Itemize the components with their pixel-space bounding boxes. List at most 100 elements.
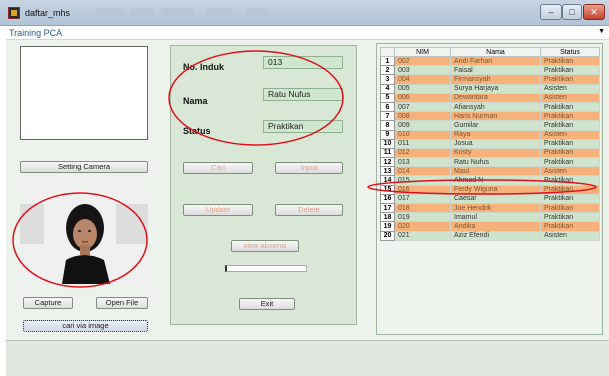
nama-cell[interactable]: Ferdy Wiguna	[450, 184, 541, 195]
table-row[interactable]: 15 016 Ferdy Wiguna Praktikan	[380, 184, 600, 195]
nim-cell[interactable]: 004	[394, 74, 451, 85]
table-row[interactable]: 16 017 Caesar Praktikan	[380, 193, 600, 205]
table-row[interactable]: 6 007 Afiansyah Praktikan	[380, 101, 600, 113]
nama-cell[interactable]: Ahmad N	[450, 175, 541, 186]
nim-cell[interactable]: 018	[394, 202, 451, 214]
status-cell[interactable]: Praktikan	[540, 212, 600, 223]
open-file-button[interactable]: Open File	[96, 297, 148, 309]
row-number[interactable]: 12	[380, 157, 395, 168]
status-cell[interactable]: Asisten	[540, 129, 600, 140]
table-row[interactable]: 17 018 Joe Hendrik Praktikan	[380, 202, 600, 214]
table-row[interactable]: 13 014 Maul Asisten	[380, 166, 600, 177]
minimize-button[interactable]: –	[540, 4, 562, 20]
row-number[interactable]: 10	[380, 138, 395, 149]
table-row[interactable]: 9 010 Raya Asisten	[380, 129, 600, 140]
status-cell[interactable]: Praktikan	[540, 138, 600, 149]
row-number[interactable]: 13	[380, 166, 395, 177]
status-cell[interactable]: Asisten	[540, 230, 600, 241]
nama-cell[interactable]: Afiansyah	[450, 101, 541, 113]
nim-cell[interactable]: 014	[394, 166, 451, 177]
nama-cell[interactable]: Raya	[450, 129, 541, 140]
capture-button[interactable]: Capture	[23, 297, 73, 309]
status-cell[interactable]: Asisten	[540, 83, 600, 94]
cari-via-image-button[interactable]: cari via image	[23, 320, 148, 332]
update-button[interactable]: Update	[183, 204, 253, 216]
status-cell[interactable]: Praktikan	[540, 120, 600, 131]
nim-cell[interactable]: 010	[394, 129, 451, 140]
maximize-button[interactable]: □	[562, 4, 582, 20]
row-number[interactable]: 20	[380, 230, 395, 241]
row-number[interactable]: 4	[380, 83, 395, 94]
row-number[interactable]: 14	[380, 175, 395, 186]
nama-cell[interactable]: Faisal	[450, 65, 541, 76]
column-header-nim[interactable]: NIM	[394, 47, 451, 57]
status-cell[interactable]: Praktikan	[540, 111, 600, 122]
input-button[interactable]: Input	[275, 162, 343, 174]
setting-camera-button[interactable]: Setting Camera	[20, 161, 148, 173]
nama-cell[interactable]: Caesar	[450, 193, 541, 205]
nama-cell[interactable]: Surya Harjaya	[450, 83, 541, 94]
nama-cell[interactable]: Ratu Nufus	[450, 157, 541, 168]
row-number[interactable]: 6	[380, 101, 395, 113]
nim-cell[interactable]: 015	[394, 175, 451, 186]
nama-cell[interactable]: Andi Farhan	[450, 55, 541, 67]
nama-cell[interactable]: Imamul	[450, 212, 541, 223]
row-number[interactable]: 1	[380, 55, 395, 67]
nim-cell[interactable]: 019	[394, 212, 451, 223]
table-row[interactable]: 11 012 Kristy Praktikan	[380, 147, 600, 159]
row-number[interactable]: 9	[380, 129, 395, 140]
table-row[interactable]: 8 009 Gumilar Praktikan	[380, 120, 600, 131]
cari-button[interactable]: Cari	[183, 162, 253, 174]
table-row[interactable]: 19 020 Andika Praktikan	[380, 221, 600, 232]
nama-cell[interactable]: Maul	[450, 166, 541, 177]
row-number[interactable]: 16	[380, 193, 395, 205]
status-cell[interactable]: Praktikan	[540, 55, 600, 67]
student-table[interactable]: NIM Nama Status 1 002 Andi Farhan Praktikan…	[380, 47, 600, 241]
status-cell[interactable]: Praktikan	[540, 101, 600, 113]
nim-cell[interactable]: 009	[394, 120, 451, 131]
table-row[interactable]: 3 004 Firmansyah Praktikan	[380, 74, 600, 85]
status-cell[interactable]: Praktikan	[540, 65, 600, 76]
nama-cell[interactable]: Joe Hendrik	[450, 202, 541, 214]
row-number[interactable]: 8	[380, 120, 395, 131]
menu-training-pca[interactable]: Training PCA	[9, 28, 62, 38]
table-row[interactable]: 10 011 Josua Praktikan	[380, 138, 600, 149]
nim-cell[interactable]: 006	[394, 92, 451, 103]
nama-cell[interactable]: Kristy	[450, 147, 541, 159]
nama-field[interactable]: Ratu Nufus	[263, 88, 343, 101]
nama-cell[interactable]: Aziz Efendi	[450, 230, 541, 241]
nama-cell[interactable]: Andika	[450, 221, 541, 232]
table-row[interactable]: 12 013 Ratu Nufus Praktikan	[380, 157, 600, 168]
status-cell[interactable]: Praktikan	[540, 202, 600, 214]
nim-cell[interactable]: 021	[394, 230, 451, 241]
nim-cell[interactable]: 005	[394, 83, 451, 94]
table-row[interactable]: 14 015 Ahmad N Praktikan	[380, 175, 600, 186]
column-header-status[interactable]: Status	[540, 47, 600, 57]
nama-cell[interactable]: Haris Nurman	[450, 111, 541, 122]
nim-cell[interactable]: 013	[394, 157, 451, 168]
status-cell[interactable]: Asisten	[540, 166, 600, 177]
nim-cell[interactable]: 003	[394, 65, 451, 76]
nim-cell[interactable]: 012	[394, 147, 451, 159]
row-number[interactable]: 11	[380, 147, 395, 159]
nim-cell[interactable]: 020	[394, 221, 451, 232]
nim-cell[interactable]: 016	[394, 184, 451, 195]
table-row[interactable]: 5 006 Dewantara Asisten	[380, 92, 600, 103]
row-number[interactable]: 15	[380, 184, 395, 195]
table-row[interactable]: 1 002 Andi Farhan Praktikan	[380, 55, 600, 67]
status-cell[interactable]: Praktikan	[540, 175, 600, 186]
status-cell[interactable]: Praktikan	[540, 74, 600, 85]
view-absensi-button[interactable]: view absensi	[231, 240, 299, 252]
status-field[interactable]: Praktikan	[263, 120, 343, 133]
nama-cell[interactable]: Gumilar	[450, 120, 541, 131]
nama-cell[interactable]: Josua	[450, 138, 541, 149]
status-cell[interactable]: Asisten	[540, 92, 600, 103]
row-number[interactable]: 17	[380, 202, 395, 214]
row-number[interactable]: 2	[380, 65, 395, 76]
row-number[interactable]: 19	[380, 221, 395, 232]
delete-button[interactable]: Delete	[275, 204, 343, 216]
table-row[interactable]: 18 019 Imamul Praktikan	[380, 212, 600, 223]
nim-cell[interactable]: 011	[394, 138, 451, 149]
table-row[interactable]: 2 003 Faisal Praktikan	[380, 65, 600, 76]
row-number[interactable]: 3	[380, 74, 395, 85]
